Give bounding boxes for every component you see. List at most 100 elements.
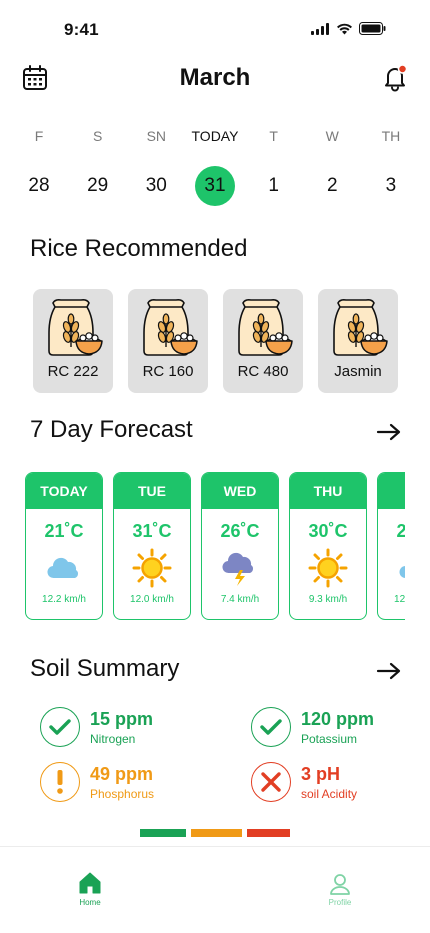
page-indicator-red (247, 829, 290, 837)
calendar-date[interactable]: 2 (312, 166, 352, 206)
soil-more-button[interactable] (376, 661, 402, 681)
soil-value: 3 pH (301, 763, 341, 784)
rice-name: RC 160 (142, 363, 194, 380)
calendar-weekday: F (34, 128, 44, 144)
calendar-day[interactable]: TODAY 31 (188, 128, 242, 206)
calendar-weekday: TODAY (191, 128, 239, 144)
calendar-day[interactable]: W2 (305, 128, 359, 206)
header: March (0, 60, 430, 96)
close-icon (251, 762, 291, 802)
soil-value: 49 ppm (90, 763, 154, 784)
forecast-card[interactable]: FRI 24˚C 12.1 km/h (377, 472, 405, 620)
warning-icon (40, 762, 80, 802)
calendar-day[interactable]: TH 3 (364, 128, 418, 206)
soil-value: 15 ppm (90, 708, 154, 729)
forecast-card[interactable]: TODAY 21˚C 12.2 km/h (25, 472, 103, 620)
forecast-temperature: 21˚C (44, 521, 84, 541)
nav-home[interactable]: Home (75, 871, 105, 907)
rice-bag-icon (333, 299, 388, 356)
signal-icon (311, 22, 329, 35)
rice-bag-icon (143, 299, 198, 356)
calendar-day[interactable]: SN 30 (129, 128, 183, 206)
rice-card[interactable]: Jasmin (318, 289, 398, 393)
rice-card[interactable]: RC 160 (128, 289, 208, 393)
arrow-right-icon (376, 662, 401, 680)
forecast-card[interactable]: TUE 31˚C 12.0 km/h (113, 472, 191, 620)
soil-text: 120 ppm Potassium (301, 709, 374, 746)
page-indicator-orange (191, 829, 242, 837)
profile-icon (330, 874, 350, 895)
calendar-date[interactable]: 3 (371, 166, 411, 206)
forecast-temperature: 30˚C (308, 521, 348, 541)
rice-card[interactable]: RC 222 (33, 289, 113, 393)
notifications-button[interactable] (380, 63, 410, 93)
calendar-date[interactable]: 1 (254, 166, 294, 206)
nav-home-label: Home (79, 898, 101, 907)
soil-item[interactable]: 15 ppm Nitrogen (40, 707, 153, 747)
forecast-day-label: THU (290, 473, 366, 509)
rice-bag-icon (238, 299, 293, 356)
cloud-icon (44, 548, 84, 588)
calendar-day[interactable]: F 28 (12, 128, 66, 206)
soil-value: 120 ppm (301, 708, 375, 729)
week-calendar: F 28 S 29 SN 30 TODAY 31 T 1 W 2 TH 3 (12, 128, 418, 206)
sun-icon (132, 548, 172, 588)
calendar-icon (23, 65, 47, 90)
forecast-wind-speed: 12.0 km/h (130, 594, 174, 605)
status-icons (311, 22, 386, 35)
soil-section-title: Soil Summary (30, 655, 180, 682)
forecast-temperature: 24˚C (396, 521, 405, 542)
soil-text: 49 ppm Phosphorus (90, 764, 154, 801)
soil-item[interactable]: 120 ppm Potassium (251, 707, 374, 747)
calendar-day[interactable]: T1 (247, 128, 301, 206)
soil-label: Phosphorus (90, 786, 155, 801)
soil-item[interactable]: 49 ppm Phosphorus (40, 762, 154, 802)
forecast-temperature: 31˚C (132, 521, 172, 541)
check-icon (40, 707, 80, 747)
calendar-date-selected[interactable]: 31 (194, 166, 235, 206)
soil-text: 3 pH soil Acidity (301, 764, 357, 801)
page-title: March (179, 64, 251, 91)
home-icon (79, 872, 101, 894)
forecast-section-title: 7 Day Forecast (30, 416, 193, 443)
calendar-weekday: SN (146, 128, 167, 144)
forecast-wind-speed: 7.4 km/h (220, 594, 260, 605)
calendar-date[interactable]: 30 (136, 166, 176, 206)
forecast-scroller[interactable]: TODAY 21˚C 12.2 km/h TUE 31˚C 12.0 km/h WED 26˚… (25, 472, 405, 622)
rice-bag-icon (48, 299, 103, 356)
forecast-day-label: FRI (378, 473, 405, 509)
storm-icon (220, 548, 260, 588)
battery-icon (359, 22, 386, 35)
forecast-wind-speed: 12.1 km/h (394, 594, 405, 605)
rice-name: RC 222 (47, 363, 99, 380)
rice-section-title: Rice Recommended (30, 235, 248, 262)
calendar-weekday: W (325, 128, 339, 144)
rice-name: Jasmin (334, 363, 382, 380)
calendar-date[interactable]: 28 (19, 166, 59, 206)
forecast-wind-speed: 9.3 km/h (308, 594, 348, 605)
status-time: 9:41 (64, 20, 99, 39)
soil-item[interactable]: 3 pH soil Acidity (251, 762, 357, 802)
soil-text: 15 ppm Nitrogen (90, 709, 153, 746)
rice-card[interactable]: RC 480 (223, 289, 303, 393)
calendar-weekday: T (269, 128, 278, 144)
soil-label: soil Acidity (301, 786, 358, 801)
calendar-date[interactable]: 29 (78, 166, 118, 206)
cloud-icon (396, 548, 405, 588)
arrow-right-icon (376, 423, 401, 441)
forecast-day-label: TUE (114, 473, 190, 509)
forecast-card[interactable]: THU 30˚C 9.3 km/h (289, 472, 367, 620)
forecast-day-label: TODAY (26, 473, 102, 509)
page-indicator-green (140, 829, 186, 837)
calendar-button[interactable] (20, 63, 50, 93)
calendar-day[interactable]: S 29 (71, 128, 125, 206)
nav-profile[interactable]: Profile (325, 873, 355, 907)
calendar-weekday: S (92, 128, 103, 144)
soil-label: Potassium (301, 731, 358, 746)
calendar-weekday: TH (381, 128, 401, 144)
wifi-icon (337, 23, 352, 34)
forecast-more-button[interactable] (376, 422, 402, 442)
forecast-day-label: WED (202, 473, 278, 509)
forecast-temperature: 26˚C (220, 521, 260, 541)
forecast-card[interactable]: WED 26˚C 7.4 km/h (201, 472, 279, 620)
